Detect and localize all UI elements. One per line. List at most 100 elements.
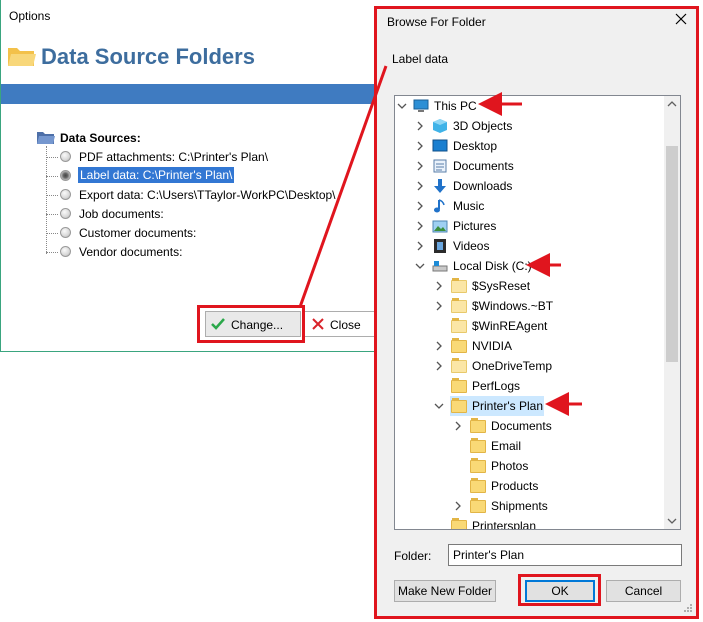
radio-button[interactable] xyxy=(60,189,71,200)
tree-connector xyxy=(46,176,58,177)
source-item-vendor-documents[interactable]: Vendor documents: xyxy=(46,243,366,262)
radio-button[interactable] xyxy=(60,170,71,181)
chevron-right-icon[interactable] xyxy=(415,220,425,232)
tree-node-label: This PC xyxy=(434,99,477,113)
tree-node-pp-photos[interactable]: Photos xyxy=(395,456,665,476)
scroll-down-icon[interactable] xyxy=(664,513,680,529)
source-label: Customer documents: xyxy=(79,226,197,240)
tree-node-label: Local Disk (C:) xyxy=(453,259,532,273)
close-icon[interactable] xyxy=(674,12,688,26)
tree-node-this-pc[interactable]: This PC xyxy=(395,96,665,116)
options-window-title: Options xyxy=(9,9,51,23)
chevron-right-icon[interactable] xyxy=(415,120,425,132)
tree-node-label: Printer's Plan xyxy=(472,399,543,413)
tree-node-sysreset[interactable]: $SysReset xyxy=(395,276,665,296)
source-label: Label data: C:\Printer's Plan\ xyxy=(78,167,235,183)
tree-node-videos[interactable]: Videos xyxy=(395,236,665,256)
tree-connector xyxy=(46,233,58,234)
tree-node-pp-documents[interactable]: Documents xyxy=(395,416,665,436)
radio-button[interactable] xyxy=(60,246,71,257)
chevron-right-icon[interactable] xyxy=(415,160,425,172)
tree-connector xyxy=(46,157,58,158)
chevron-right-icon[interactable] xyxy=(434,300,444,312)
folder-icon xyxy=(451,518,467,529)
folder-open-icon xyxy=(8,48,36,66)
close-icon xyxy=(312,318,324,330)
browse-folder-dialog: Browse For Folder Label data This PC 3D … xyxy=(374,6,699,619)
tree-connector xyxy=(46,195,58,196)
chevron-right-icon[interactable] xyxy=(415,140,425,152)
scrollbar-thumb[interactable] xyxy=(666,146,678,362)
cancel-button[interactable]: Cancel xyxy=(606,580,681,602)
tree-node-nvidia[interactable]: NVIDIA xyxy=(395,336,665,356)
folder-tree[interactable]: This PC 3D Objects Desktop Documents Dow… xyxy=(394,95,681,530)
chevron-right-icon[interactable] xyxy=(453,500,463,512)
tree-node-winreagent[interactable]: $WinREAgent xyxy=(395,316,665,336)
tree-node-label: Photos xyxy=(491,459,529,473)
tree-node-perflogs[interactable]: PerfLogs xyxy=(395,376,665,396)
chevron-down-icon[interactable] xyxy=(397,100,407,112)
dialog-title: Browse For Folder xyxy=(387,15,486,29)
tree-node-label: Music xyxy=(453,199,485,213)
chevron-right-icon[interactable] xyxy=(415,240,425,252)
tree-node-onedrivetemp[interactable]: OneDriveTemp xyxy=(395,356,665,376)
tree-node-label: $WinREAgent xyxy=(472,319,548,333)
tree-node-documents[interactable]: Documents xyxy=(395,156,665,176)
radio-button[interactable] xyxy=(60,208,71,219)
tree-node-pp-email[interactable]: Email xyxy=(395,436,665,456)
make-new-folder-button[interactable]: Make New Folder xyxy=(394,580,496,602)
drive-icon xyxy=(432,261,448,272)
radio-button[interactable] xyxy=(60,227,71,238)
source-label: Job documents: xyxy=(79,207,164,221)
videos-icon xyxy=(434,239,446,253)
scroll-up-icon[interactable] xyxy=(664,96,680,112)
chevron-right-icon[interactable] xyxy=(434,360,444,372)
chevron-down-icon[interactable] xyxy=(415,260,425,272)
options-window: Options Data Source Folders Data Sources… xyxy=(0,0,384,352)
close-button[interactable]: Close xyxy=(304,311,384,337)
desktop-icon xyxy=(432,139,448,152)
tree-node-pp-shipments[interactable]: Shipments xyxy=(395,496,665,516)
tree-node-music[interactable]: Music xyxy=(395,196,665,216)
radio-button[interactable] xyxy=(60,151,71,162)
folder-icon xyxy=(470,478,486,493)
source-item-label-data[interactable]: Label data: C:\Printer's Plan\ xyxy=(46,167,366,186)
tree-node-label: OneDriveTemp xyxy=(472,359,553,373)
chevron-right-icon[interactable] xyxy=(415,200,425,212)
tree-node-local-disk[interactable]: Local Disk (C:) xyxy=(395,256,665,276)
source-item-customer-documents[interactable]: Customer documents: xyxy=(46,224,366,243)
tree-node-label: Videos xyxy=(453,239,490,253)
source-item-pdf[interactable]: PDF attachments: C:\Printer's Plan\ xyxy=(46,148,366,167)
tree-node-label: Email xyxy=(491,439,522,453)
folder-icon xyxy=(451,358,467,373)
chevron-right-icon[interactable] xyxy=(453,420,463,432)
chevron-right-icon[interactable] xyxy=(434,340,444,352)
tree-node-windows-bt[interactable]: $Windows.~BT xyxy=(395,296,665,316)
folder-icon xyxy=(451,398,467,413)
tree-node-pictures[interactable]: Pictures xyxy=(395,216,665,236)
source-label: Export data: C:\Users\TTaylor-WorkPC\Des… xyxy=(79,188,336,202)
tree-node-3d-objects[interactable]: 3D Objects xyxy=(395,116,665,136)
chevron-down-icon[interactable] xyxy=(434,400,444,412)
source-item-export-data[interactable]: Export data: C:\Users\TTaylor-WorkPC\Des… xyxy=(46,186,366,205)
folder-icon xyxy=(451,318,467,333)
tree-node-desktop[interactable]: Desktop xyxy=(395,136,665,156)
folder-name-input[interactable]: Printer's Plan xyxy=(448,544,682,566)
resize-grip-icon[interactable] xyxy=(683,603,693,613)
chevron-right-icon[interactable] xyxy=(434,280,444,292)
tree-node-printers-plan[interactable]: Printer's Plan xyxy=(395,396,665,416)
documents-icon xyxy=(433,159,447,173)
folder-icon xyxy=(451,338,467,353)
tree-node-printersplan[interactable]: Printersplan xyxy=(395,516,665,529)
source-item-job-documents[interactable]: Job documents: xyxy=(46,205,366,224)
tree-node-label: Shipments xyxy=(491,499,548,513)
tree-node-pp-products[interactable]: Products xyxy=(395,476,665,496)
tree-node-label: $Windows.~BT xyxy=(472,299,554,313)
vertical-scrollbar[interactable] xyxy=(664,96,680,529)
tree-node-downloads[interactable]: Downloads xyxy=(395,176,665,196)
folder-icon xyxy=(470,498,486,513)
chevron-right-icon[interactable] xyxy=(415,180,425,192)
data-sources-label: Data Sources: xyxy=(60,131,141,145)
tree-node-label: Documents xyxy=(453,159,514,173)
tree-node-label: Documents xyxy=(491,419,552,433)
